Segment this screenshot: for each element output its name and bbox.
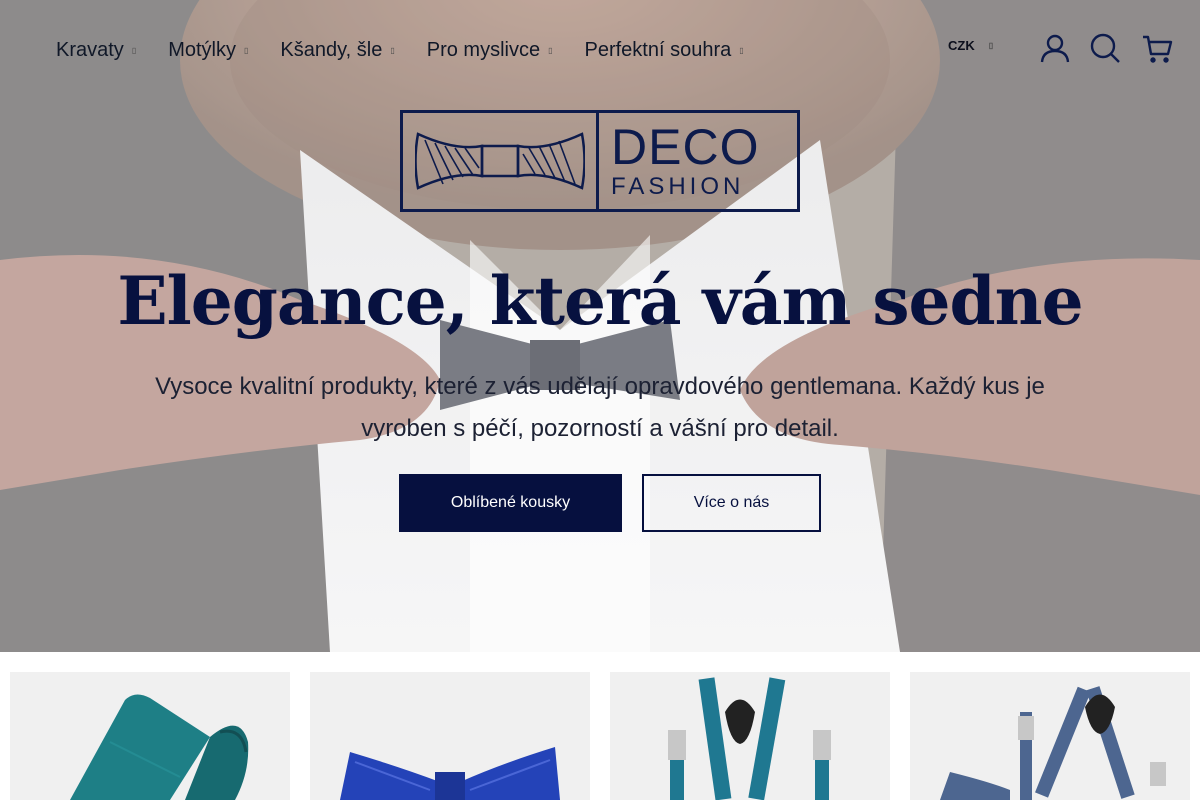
- logo-text-deco: DECO: [611, 119, 760, 175]
- chevron-down-icon: ▯: [390, 45, 395, 55]
- logo-text-fashion: FASHION: [611, 173, 745, 200]
- bow-tie-image: [340, 747, 560, 800]
- about-us-button[interactable]: Více o nás: [642, 474, 821, 532]
- nav-item-pro-myslivce[interactable]: Pro myslivce ▯: [427, 28, 553, 72]
- nav-item-label: Motýlky: [168, 38, 237, 61]
- search-button[interactable]: [1089, 32, 1121, 64]
- favorite-items-button[interactable]: Oblíbené kousky: [399, 474, 622, 532]
- nav-item-label: Pro myslivce: [426, 38, 541, 61]
- nav-item-label: Kšandy, šle: [280, 38, 383, 61]
- currency-label: CZK: [948, 38, 975, 53]
- suspenders-image: [668, 677, 831, 800]
- hero-banner: Kravaty ▯ Motýlky ▯ Kšandy, šle ▯ Pro my…: [0, 0, 1200, 652]
- nav-item-motylky[interactable]: Motýlky ▯: [168, 28, 248, 72]
- product-tile-suspenders[interactable]: [610, 672, 890, 800]
- hero-headline: Elegance, která vám sedne: [117, 262, 1083, 340]
- chevron-down-icon: ▯: [244, 45, 249, 55]
- chevron-down-icon: ▯: [739, 45, 744, 55]
- product-tiles: [10, 672, 1200, 800]
- currency-selector[interactable]: CZK ▯: [948, 38, 993, 53]
- nav-item-perfektni-souhra[interactable]: Perfektní souhra ▯: [585, 28, 744, 72]
- tie-image: [70, 694, 249, 800]
- suspenders-set-image: [940, 686, 1166, 800]
- nav-item-ksandy-sle[interactable]: Kšandy, šle ▯: [280, 28, 394, 72]
- bow-tie-logo-icon: [403, 113, 599, 209]
- brand-logo[interactable]: DECO FASHION: [400, 110, 800, 212]
- logo-wordmark: DECO FASHION: [599, 113, 797, 209]
- nav-item-label: Perfektní souhra: [584, 38, 732, 61]
- chevron-down-icon: ▯: [548, 45, 553, 55]
- product-tile-suspenders-set[interactable]: [910, 672, 1190, 800]
- nav-item-kravaty[interactable]: Kravaty ▯: [56, 28, 136, 72]
- product-tile-bow-tie[interactable]: [310, 672, 590, 800]
- nav-item-label: Kravaty: [56, 38, 124, 61]
- cart-button[interactable]: [1141, 32, 1173, 64]
- product-tile-tie[interactable]: [10, 672, 290, 800]
- user-account-button[interactable]: [1039, 32, 1071, 64]
- search-icon: [1090, 33, 1120, 63]
- chevron-down-icon: ▯: [131, 45, 137, 55]
- hero-subline: Vysoce kvalitní produkty, které z vás ud…: [155, 373, 1045, 442]
- user-icon: [1040, 34, 1070, 63]
- cart-icon: [1143, 35, 1173, 63]
- main-navigation: Kravaty ▯ Motýlky ▯ Kšandy, šle ▯ Pro my…: [56, 28, 776, 72]
- chevron-down-icon: ▯: [988, 41, 994, 50]
